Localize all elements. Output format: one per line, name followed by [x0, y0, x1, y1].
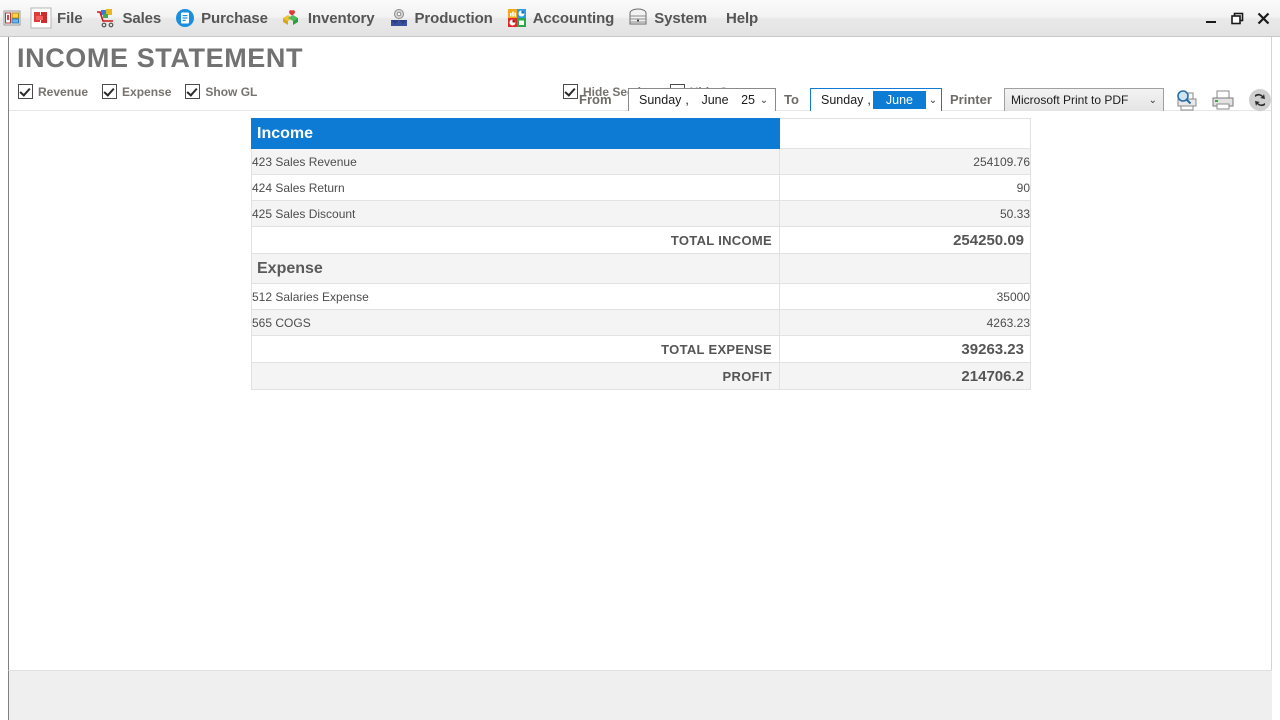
menu-item-sales[interactable]: Sales [91, 3, 168, 33]
inventory-boxes-icon [281, 7, 303, 29]
status-bar [8, 670, 1272, 720]
production-machine-icon [388, 7, 410, 29]
checkbox-box [185, 84, 201, 99]
section-title: Expense [251, 253, 780, 284]
checkbox-label: Revenue [38, 84, 89, 99]
checkbox-box [563, 84, 578, 99]
total-label: TOTAL INCOME [251, 226, 780, 254]
account-amount: 4263.23 [779, 309, 1031, 336]
checkbox-expense[interactable]: Expense [102, 84, 171, 99]
checkbox-box [102, 84, 118, 99]
checkbox-show-gl[interactable]: Show GL [185, 84, 257, 99]
date-from-month[interactable]: June [699, 92, 730, 108]
total-label: PROFIT [251, 362, 780, 390]
table-row-total-expense: TOTAL EXPENSE 39263.23 [251, 335, 1031, 363]
printer-selected-value: Microsoft Print to PDF [1011, 93, 1129, 107]
date-from-weekday[interactable]: Sunday [637, 92, 683, 108]
accounting-charts-icon [506, 7, 528, 29]
menu-item-system[interactable]: System [623, 3, 714, 33]
menu-item-production[interactable]: Production [384, 3, 500, 33]
purchase-document-icon [174, 7, 196, 29]
menu-item-label: Sales [122, 9, 162, 27]
report-table-body: Income 423 Sales Revenue 254109.76 424 S… [251, 118, 1031, 390]
app-window-icon [3, 9, 21, 27]
table-row-profit: PROFIT 214706.2 [251, 362, 1031, 390]
table-row[interactable]: 565 COGS 4263.23 [251, 309, 1031, 336]
account-name: 425 Sales Discount [251, 200, 780, 227]
account-name: 423 Sales Revenue [251, 148, 780, 175]
section-value [779, 118, 1031, 149]
date-from-day[interactable]: 25 [739, 92, 757, 108]
to-label: To [784, 92, 799, 107]
menu-item-label: Production [414, 9, 493, 27]
chevron-down-icon[interactable]: ⌄ [1149, 95, 1157, 106]
total-amount: 39263.23 [779, 335, 1031, 363]
table-row-section-expense: Expense [251, 253, 1031, 284]
menu-item-accounting[interactable]: Accounting [502, 3, 622, 33]
menu-item-label: Help [725, 9, 759, 27]
window-controls [1198, 0, 1276, 37]
checkbox-revenue[interactable]: Revenue [18, 84, 88, 99]
mdi-workspace: INCOME STATEMENT Revenue Expense Show GL [0, 37, 1280, 720]
checkbox-label: Expense [122, 84, 172, 99]
menu-item-purchase[interactable]: Purchase [170, 3, 275, 33]
date-from-comma: , [685, 93, 689, 107]
date-to-picker[interactable]: Sunday , June ⌄ [810, 88, 942, 112]
total-amount: 254250.09 [779, 226, 1031, 254]
menu-item-label: File [57, 9, 83, 27]
date-to-weekday[interactable]: Sunday [819, 92, 865, 108]
menu-item-label: Purchase [201, 9, 268, 27]
chevron-down-icon[interactable]: ⌄ [757, 95, 771, 106]
date-from-picker[interactable]: Sunday , June 25 ⌄ [628, 88, 776, 112]
checkbox-box [18, 84, 33, 99]
account-amount: 50.33 [779, 200, 1031, 227]
display-options-left: Revenue Expense Show GL [18, 84, 271, 99]
menu-item-label: Accounting [532, 9, 615, 27]
table-row[interactable]: 425 Sales Discount 50.33 [251, 200, 1031, 227]
report-toolbar: INCOME STATEMENT Revenue Expense Show GL [9, 37, 1271, 112]
date-to-comma: , [867, 93, 871, 107]
menu-item-label: Inventory [307, 9, 375, 27]
date-to-month[interactable]: June [872, 91, 926, 109]
section-value [779, 253, 1031, 284]
account-name: 565 COGS [251, 309, 780, 336]
file-puzzle-icon [30, 7, 52, 29]
account-amount: 254109.76 [779, 148, 1031, 175]
checkbox-label: Show GL [205, 84, 258, 99]
menu-item-file[interactable]: File [26, 3, 89, 33]
total-amount: 214706.2 [779, 362, 1031, 390]
section-title: Income [251, 118, 780, 149]
application-window: File Sales Purchase Inventory Production… [0, 0, 1280, 720]
printer-select[interactable]: Microsoft Print to PDF ⌄ [1004, 88, 1164, 112]
table-row[interactable]: 424 Sales Return 90 [251, 174, 1031, 201]
menu-item-help[interactable]: Help [716, 3, 768, 33]
table-row[interactable]: 423 Sales Revenue 254109.76 [251, 148, 1031, 175]
report-canvas: Income 423 Sales Revenue 254109.76 424 S… [9, 111, 1271, 670]
minimize-button[interactable] [1198, 4, 1224, 34]
account-name: 424 Sales Return [251, 174, 780, 201]
printer-label: Printer [950, 92, 992, 107]
chevron-down-icon[interactable]: ⌄ [926, 95, 940, 106]
page-title: INCOME STATEMENT [17, 43, 304, 73]
table-row[interactable]: 512 Salaries Expense 35000 [251, 283, 1031, 310]
income-statement-table: Income 423 Sales Revenue 254109.76 424 S… [251, 118, 1031, 390]
menu-item-label: System [654, 9, 707, 27]
close-button[interactable] [1250, 4, 1276, 34]
table-row-section-income: Income [251, 118, 1031, 149]
table-row-total-income: TOTAL INCOME 254250.09 [251, 226, 1031, 254]
system-server-icon [627, 7, 649, 29]
account-name: 512 Salaries Expense [251, 283, 780, 310]
shopping-cart-icon [95, 7, 117, 29]
menu-item-inventory[interactable]: Inventory [277, 3, 382, 33]
income-statement-window: INCOME STATEMENT Revenue Expense Show GL [8, 37, 1272, 720]
restore-button[interactable] [1224, 4, 1250, 34]
main-menu-bar: File Sales Purchase Inventory Production… [0, 0, 1280, 37]
total-label: TOTAL EXPENSE [251, 335, 780, 363]
from-label: From [579, 92, 612, 107]
account-amount: 35000 [779, 283, 1031, 310]
account-amount: 90 [779, 174, 1031, 201]
